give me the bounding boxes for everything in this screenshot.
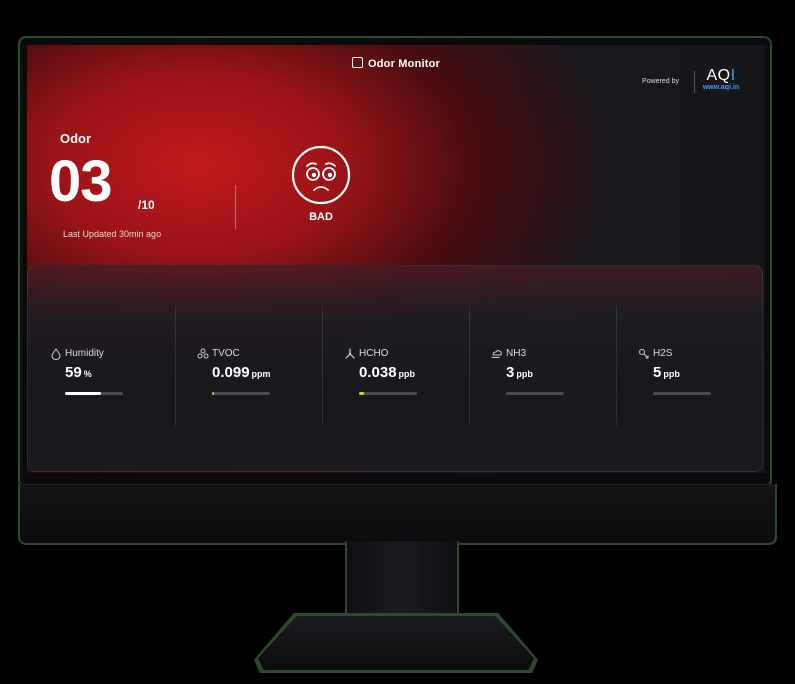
metric-number: 5 [653, 364, 662, 381]
sad-face-icon [290, 144, 352, 206]
metric-value: 5 ppb [653, 364, 680, 381]
gas-icon [638, 347, 650, 359]
brand-divider [694, 71, 695, 93]
metric-tvoc: TVOC 0.099 ppm [175, 266, 317, 471]
metrics-panel: Humidity 59% TVOC 0.099 ppm HCHO 0.038 ppb [27, 265, 763, 472]
metric-value: 3 ppb [506, 364, 533, 381]
metric-value: 0.099 ppm [212, 364, 271, 381]
metric-unit: ppb [663, 369, 680, 379]
dashboard-screen: Odor Monitor Powered by AQI www.aqi.in O… [27, 45, 765, 473]
metric-bar [506, 392, 564, 395]
metric-h2s: H2S 5 ppb [616, 266, 758, 471]
metric-bar [653, 392, 711, 395]
odor-divider [235, 185, 236, 229]
metric-unit: ppb [516, 369, 533, 379]
aqi-url[interactable]: www.aqi.in [697, 84, 745, 91]
metric-label: Humidity [65, 348, 104, 359]
odor-scale: /10 [138, 198, 155, 212]
odor-status: BAD [309, 211, 333, 223]
metric-number: 0.099 [212, 364, 250, 381]
metric-label: NH3 [506, 348, 527, 359]
metric-hcho: HCHO 0.038 ppb [322, 266, 464, 471]
branch-molecule-icon [344, 347, 356, 359]
monitor-app-icon [351, 57, 363, 68]
metric-humidity: Humidity 59% [28, 266, 170, 471]
app-title: Odor Monitor [27, 57, 765, 70]
metric-label: TVOC [212, 348, 240, 359]
metric-bar-fill [359, 392, 365, 395]
metric-label: H2S [653, 348, 673, 359]
metric-number: 3 [506, 364, 515, 381]
metric-nh3: NH3 3 ppb [469, 266, 611, 471]
metric-value: 0.038 ppb [359, 364, 415, 381]
metric-unit: ppb [398, 369, 416, 379]
aqi-logo-suffix: I [730, 67, 736, 84]
cloud-wind-icon [491, 347, 503, 359]
metric-unit: ppm [251, 369, 271, 379]
stage: Odor Monitor Powered by AQI www.aqi.in O… [0, 0, 795, 684]
metric-number: 0.038 [359, 364, 397, 381]
last-updated: Last Updated 30min ago [63, 229, 162, 239]
molecule-icon [197, 347, 209, 359]
droplet-icon [50, 347, 62, 360]
metric-bar [359, 392, 417, 395]
odor-label: Odor [60, 131, 92, 146]
metric-number: 59 [65, 364, 82, 381]
aqi-logo[interactable]: AQI www.aqi.in [697, 67, 745, 91]
powered-by-label: Powered by [642, 78, 679, 85]
aqi-logo-prefix: AQ [706, 67, 731, 84]
app-title-text: Odor Monitor [367, 58, 441, 70]
monitor-chin [18, 484, 777, 545]
metric-unit: % [83, 369, 92, 379]
metric-bar [65, 392, 123, 395]
monitor-stand-base [258, 616, 534, 670]
metric-bar-fill [65, 392, 101, 395]
metric-label: HCHO [359, 348, 389, 359]
metric-value: 59% [65, 364, 92, 381]
odor-value: 03 [49, 149, 113, 214]
monitor-stand-neck [345, 541, 459, 621]
metric-bar [212, 392, 270, 395]
metric-bar-fill [212, 392, 215, 395]
aqi-logo-mark: AQI [697, 67, 745, 85]
